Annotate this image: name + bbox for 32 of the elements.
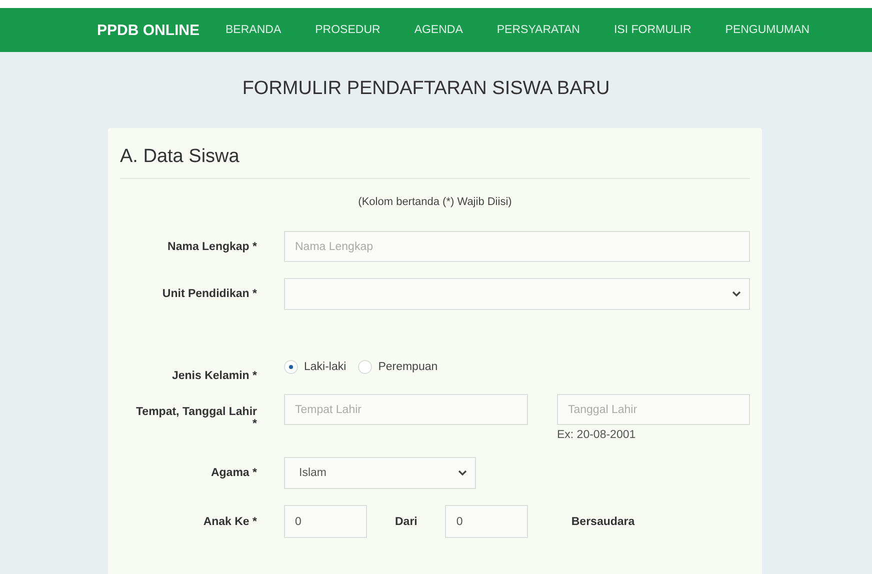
field-label: Dari [395,516,418,528]
nav-link[interactable]: PERSYARATAN [496,24,580,36]
chevron-icon [732,291,741,297]
nav-link[interactable]: BERANDA [226,24,282,36]
field-label: Jenis Kelamin * [170,370,257,382]
field-label: Tempat, Tanggal Lahir * [135,406,257,430]
nav-link[interactable]: PROSEDUR [315,24,380,36]
section-title: A. Data Siswa [120,146,240,169]
page-title: FORMULIR PENDAFTARAN SISWA BARU [242,78,610,101]
select-field[interactable]: Islam [284,457,476,489]
field-label: Unit Pendidikan * [161,288,257,300]
nav-link[interactable]: PENGUMUMAN [725,24,810,36]
field-label: Agama * [210,467,257,479]
birthdate-field[interactable]: Tanggal Lahir [557,394,750,425]
required-note: (Kolom bertanda (*) Wajib Diisi) [358,196,512,208]
radio-button[interactable] [358,360,372,374]
chevron-icon [458,470,467,476]
date-hint: Ex: 20-08-2001 [557,429,637,441]
field-label: Bersaudara [571,516,635,528]
nav-link[interactable]: AGENDA [414,24,463,36]
number-field[interactable]: 0 [445,505,528,538]
birthplace-field[interactable]: Tempat Lahir [284,394,528,425]
select-field[interactable] [284,278,750,310]
text-field[interactable]: Nama Lengkap [284,231,750,262]
radio-label: Perempuan [378,361,438,373]
field-label: Nama Lengkap * [166,240,257,252]
brand-logo[interactable]: PPDB ONLINE [97,22,200,38]
radio-button[interactable] [284,360,298,374]
field-label: Anak Ke * [202,516,257,528]
radio-label: Laki-laki [304,361,346,373]
number-field[interactable]: 0 [284,505,367,538]
nav-link[interactable]: ISI FORMULIR [614,24,692,36]
